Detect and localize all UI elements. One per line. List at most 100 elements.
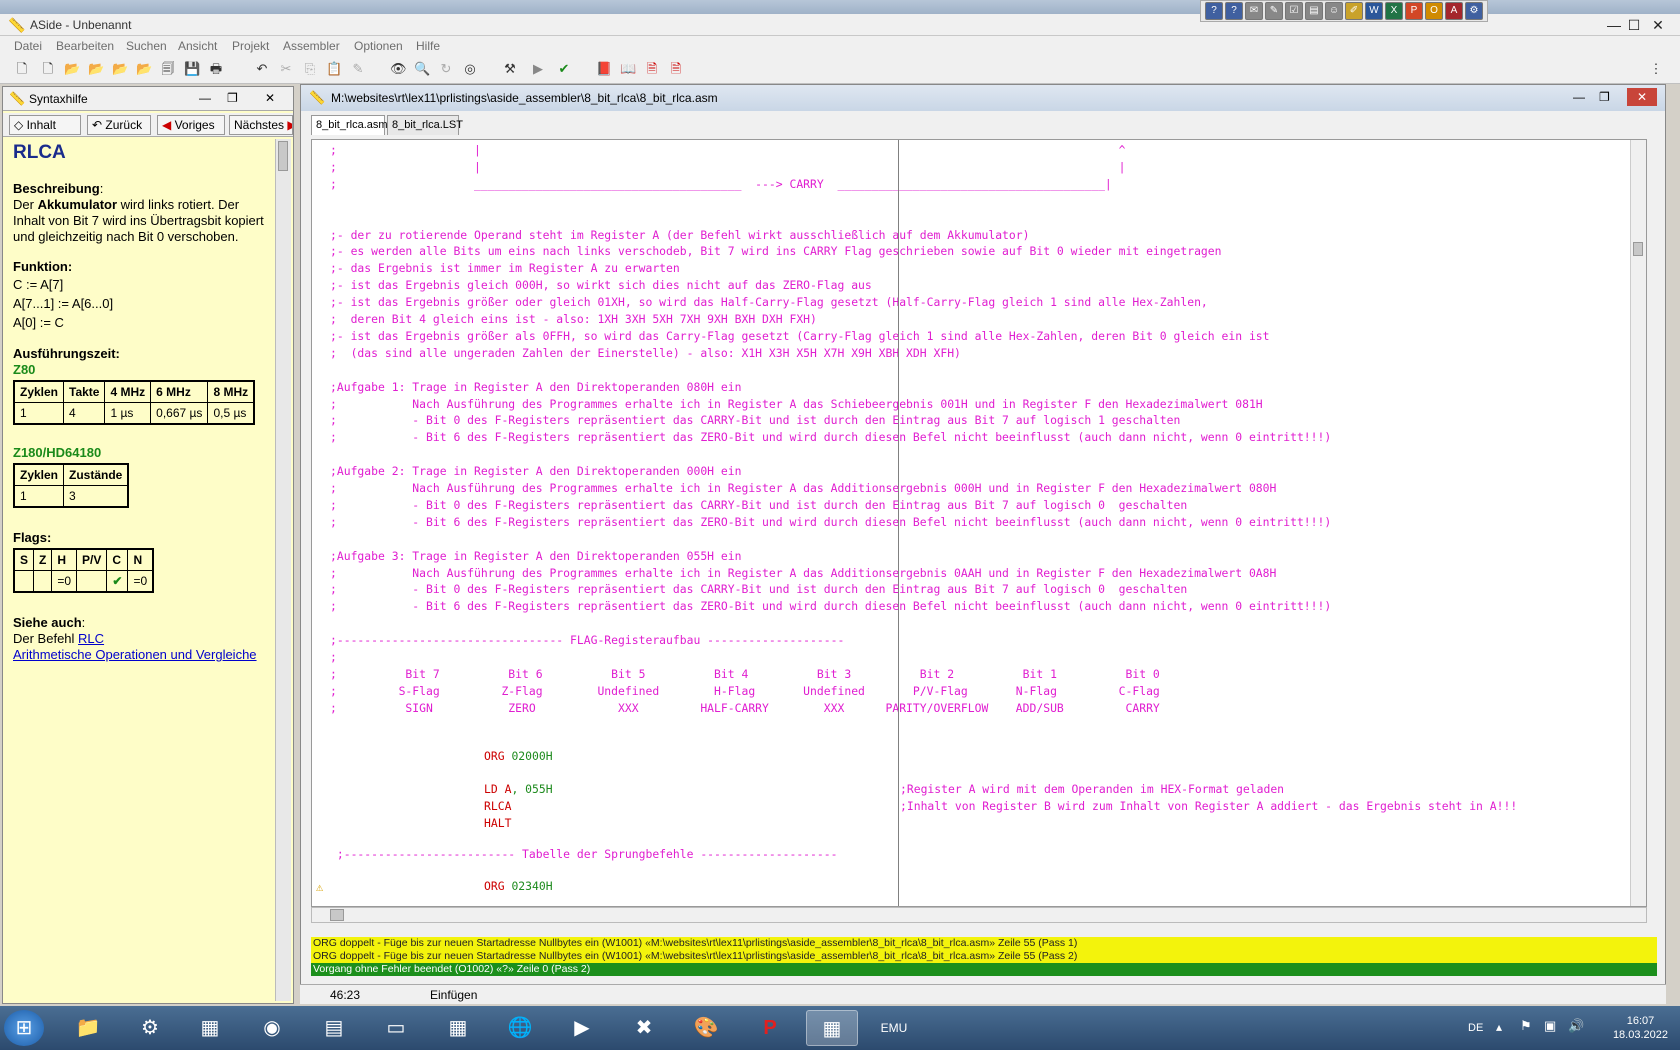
save-icon[interactable]: 💾 [184,61,200,77]
undo-icon[interactable]: ↶ [254,61,270,77]
book-icon[interactable]: 📕 [596,61,612,77]
open-folder-2-icon[interactable]: 📂 [88,61,104,77]
message-warning[interactable]: ORG doppelt - Füge bis zur neuen Startad… [311,937,1657,950]
clock[interactable]: 16:07 18.03.2022 [1613,1014,1668,1042]
cut-icon[interactable]: ✂ [278,61,294,77]
message-ok[interactable]: Vorgang ohne Fehler beendet (O1002) «?» … [311,963,1657,976]
menu-datei[interactable]: Datei [14,39,42,53]
notes-icon[interactable]: ✎ [1265,2,1283,20]
settings-icon[interactable]: ⚙ [124,1010,176,1046]
excel-icon[interactable]: X [1385,2,1403,20]
start-button[interactable]: ⊞ [4,1010,44,1046]
edit-icon[interactable]: ✎ [350,61,366,77]
close-button[interactable]: ✕ [1648,16,1668,34]
table-header: 4 MHz [104,380,152,403]
scroll-thumb[interactable] [330,909,344,921]
open-folder-3-icon[interactable]: 📂 [112,61,128,77]
scroll-thumb[interactable] [1633,242,1643,256]
rlc-link[interactable]: RLC [78,631,104,646]
task-icon[interactable]: ☑ [1285,2,1303,20]
menu-suchen[interactable]: Suchen [126,39,167,53]
menu-optionen[interactable]: Optionen [354,39,403,53]
contacts-icon[interactable]: ☺ [1325,2,1343,20]
replace-icon[interactable]: ↻ [438,61,454,77]
word-icon[interactable]: W [1365,2,1383,20]
new-file-icon[interactable]: 🗋 [14,61,30,77]
doc-icon[interactable]: 🗎 [644,61,660,77]
access-icon[interactable]: A [1445,2,1463,20]
save-all-icon[interactable]: 🗐 [160,61,176,77]
notebook-icon[interactable]: ▭ [370,1010,422,1046]
emu-icon[interactable]: EMU [868,1010,920,1046]
editor-close-button[interactable]: ✕ [1627,88,1657,106]
aside-icon[interactable]: ▦ [806,1010,858,1046]
find-next-icon[interactable]: 🔍 [414,61,430,77]
media-icon[interactable]: ▶ [556,1010,608,1046]
check-icon[interactable]: ✔ [556,61,572,77]
help-next-button[interactable]: Nächstes ▶ [229,115,293,135]
help-previous-button[interactable]: ◀ Voriges [157,115,225,135]
message-warning[interactable]: ORG doppelt - Füge bis zur neuen Startad… [311,950,1657,963]
flag-icon[interactable]: ⚑ [1520,1018,1532,1034]
volume-icon[interactable]: 🔊 [1568,1018,1584,1034]
table-header: S [13,548,35,571]
note-icon[interactable]: ✐ [1345,2,1363,20]
card-icon[interactable]: ▤ [1305,2,1323,20]
tab-lst[interactable]: 8_bit_rlca.LST [387,115,463,135]
powerpoint-icon[interactable]: P [1405,2,1423,20]
menu-assembler[interactable]: Assembler [283,39,340,53]
code-line: ; - Bit 0 des F-Registers repräsentiert … [330,582,1188,597]
menu-projekt[interactable]: Projekt [232,39,269,53]
editor-minimize-button[interactable]: — [1573,90,1585,104]
tab-asm[interactable]: 8_bit_rlca.asm [311,115,388,135]
copy-icon[interactable]: ⎘ [302,61,318,77]
editor-restore-button[interactable]: ❐ [1599,90,1610,104]
open-folder-icon[interactable]: 📂 [64,61,80,77]
code-hscrollbar[interactable] [311,907,1647,923]
panel-minimize-button[interactable]: — [199,91,211,105]
paste-icon[interactable]: 📋 [326,61,342,77]
print-icon[interactable]: 🖶 [208,61,224,77]
chip-icon[interactable]: ▦ [184,1010,236,1046]
doc-2-icon[interactable]: 🗎 [668,61,684,77]
help-scrollbar[interactable] [275,139,291,1001]
globe-icon[interactable]: 🌐 [494,1010,546,1046]
code-line: ; [330,650,337,664]
code-editor[interactable]: ; | ^; | | ; ___________________________… [311,139,1647,907]
paint-icon[interactable]: 🎨 [680,1010,732,1046]
mail-icon[interactable]: ✉ [1245,2,1263,20]
help-icon[interactable]: ? [1205,2,1223,20]
goto-icon[interactable]: ◎ [462,61,478,77]
chrome-icon[interactable]: ◉ [246,1010,298,1046]
help-back-button[interactable]: ↶ Zurück [87,115,151,135]
calc-icon[interactable]: ▦ [432,1010,484,1046]
run-icon[interactable]: ▶ [530,61,546,77]
arith-link[interactable]: Arithmetische Operationen und Vergleiche [13,647,271,663]
explorer-icon[interactable]: 📁 [62,1010,114,1046]
help-contents-button[interactable]: ◇ Inhalt [9,115,81,135]
p-app-icon[interactable]: P [744,1010,796,1046]
open-folder-4-icon[interactable]: 📂 [136,61,152,77]
calculator-icon[interactable]: ▤ [308,1010,360,1046]
scroll-thumb[interactable] [278,141,288,171]
app-x-icon[interactable]: ✖ [618,1010,670,1046]
maximize-button[interactable]: ☐ [1624,16,1644,34]
menu-bearbeiten[interactable]: Bearbeiten [56,39,114,53]
tray-up-icon[interactable]: ▴ [1496,1020,1502,1034]
find-icon[interactable]: 👁 [390,61,407,77]
panel-restore-button[interactable]: ❐ [227,91,238,105]
new-file-2-icon[interactable]: 🗋 [40,61,56,77]
code-vscrollbar[interactable] [1630,140,1646,906]
z80-label: Z80 [13,362,36,377]
menu-hilfe[interactable]: Hilfe [416,39,440,53]
outlook-icon[interactable]: O [1425,2,1443,20]
tool-icon[interactable]: ⚙ [1465,2,1483,20]
assemble-icon[interactable]: ⚒ [502,61,518,77]
panel-close-button[interactable]: ✕ [265,91,275,105]
minimize-button[interactable]: — [1604,16,1624,34]
network-icon[interactable]: ▣ [1544,1018,1556,1034]
book-2-icon[interactable]: 📖 [620,61,636,77]
menu-ansicht[interactable]: Ansicht [178,39,217,53]
help-icon-2[interactable]: ? [1225,2,1243,20]
language-indicator[interactable]: DE [1468,1022,1483,1034]
